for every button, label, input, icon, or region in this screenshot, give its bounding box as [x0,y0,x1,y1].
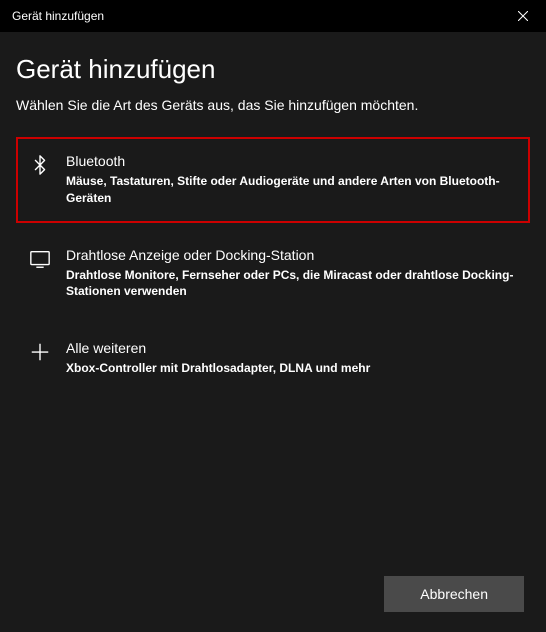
cancel-button[interactable]: Abbrechen [384,576,524,612]
option-everything-else[interactable]: Alle weiteren Xbox-Controller mit Drahtl… [16,324,530,393]
page-heading: Gerät hinzufügen [16,54,530,85]
option-title: Drahtlose Anzeige oder Docking-Station [66,247,518,263]
titlebar: Gerät hinzufügen [0,0,546,32]
option-description: Mäuse, Tastaturen, Stifte oder Audiogerä… [66,173,518,207]
option-text: Alle weiteren Xbox-Controller mit Drahtl… [66,340,518,377]
display-icon [28,247,52,271]
bluetooth-icon [28,153,52,177]
option-text: Bluetooth Mäuse, Tastaturen, Stifte oder… [66,153,518,207]
option-bluetooth[interactable]: Bluetooth Mäuse, Tastaturen, Stifte oder… [16,137,530,223]
close-button[interactable] [500,0,546,32]
content-area: Gerät hinzufügen Wählen Sie die Art des … [0,32,546,393]
option-title: Alle weiteren [66,340,518,356]
option-title: Bluetooth [66,153,518,169]
option-description: Drahtlose Monitore, Fernseher oder PCs, … [66,267,518,301]
page-subheading: Wählen Sie die Art des Geräts aus, das S… [16,97,530,113]
footer: Abbrechen [384,576,524,612]
option-wireless-display[interactable]: Drahtlose Anzeige oder Docking-Station D… [16,231,530,317]
close-icon [518,11,528,21]
option-description: Xbox-Controller mit Drahtlosadapter, DLN… [66,360,518,377]
window-title: Gerät hinzufügen [12,9,104,23]
plus-icon [28,340,52,364]
option-text: Drahtlose Anzeige oder Docking-Station D… [66,247,518,301]
